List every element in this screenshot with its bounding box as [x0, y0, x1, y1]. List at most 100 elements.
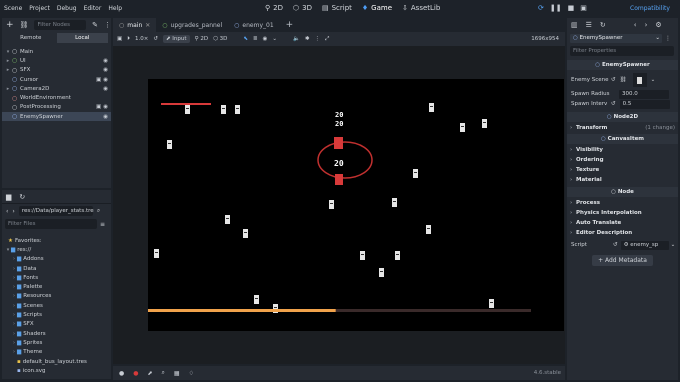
menu-help[interactable]: Help	[108, 5, 122, 12]
zoom-icon[interactable]: ⌕	[162, 369, 165, 377]
file-item[interactable]: ▪ icon.svg	[2, 366, 111, 375]
filter-files-input[interactable]: Filter Files	[5, 219, 97, 229]
folder-item[interactable]: › ▆ Addons	[2, 255, 111, 264]
workspace-script[interactable]: ▤ Script	[322, 4, 352, 12]
spawn-radius-field[interactable]: 300.0	[619, 89, 669, 99]
folder-item[interactable]: › ▆ Resources	[2, 292, 111, 301]
add-metadata-button[interactable]: + Add Metadata	[592, 255, 653, 266]
menu-kebab-icon[interactable]: ⋮	[104, 21, 111, 29]
visibility-eye-icon[interactable]: ◉	[103, 114, 108, 120]
visibility-eye-icon[interactable]: ◉	[103, 58, 108, 64]
add-tab-button[interactable]: +	[280, 18, 300, 32]
camera-override-icon[interactable]: ◉	[263, 36, 268, 42]
fullscreen-icon[interactable]: ⤢	[325, 36, 329, 43]
frame-step-icon[interactable]: ⏵	[127, 36, 130, 43]
scene-node-worldenvironment[interactable]: ○ WorldEnvironment	[2, 93, 111, 102]
category-auto-translate[interactable]: › Auto Translate	[567, 218, 678, 228]
sort-icon[interactable]: ≡	[100, 221, 105, 228]
remote-debug-icon[interactable]: ⟳	[538, 4, 544, 12]
node2d-header[interactable]: ○ Node2D	[567, 112, 678, 122]
stop-icon[interactable]: ■	[568, 4, 575, 12]
category-ordering[interactable]: › Ordering	[567, 155, 678, 165]
folder-item[interactable]: › ▆ Data	[2, 264, 111, 273]
folder-item[interactable]: › ▆ Scenes	[2, 301, 111, 310]
tab-main[interactable]: ○ main ✕	[113, 18, 157, 32]
list-icon[interactable]: ≣	[253, 36, 258, 42]
reset-icon[interactable]: ↺	[613, 242, 618, 248]
select-icon[interactable]: ⬉	[243, 36, 248, 42]
category-process[interactable]: › Process	[567, 198, 678, 208]
workspace-2d[interactable]: ⚲ 2D	[265, 4, 283, 12]
chevron-down-icon[interactable]: ⌄	[272, 36, 277, 42]
res-root-item[interactable]: ▾ ▆ res://	[2, 245, 111, 254]
pause-icon[interactable]: ❚❚	[550, 4, 562, 12]
renderer-selector[interactable]: Compatibility	[630, 5, 670, 12]
audio-icon[interactable]: 🔈	[293, 36, 300, 42]
scene-node-postprocessing[interactable]: ○ PostProcessing ▣ ◉	[2, 103, 111, 112]
node-selector[interactable]: ○ EnemySpawner ⌄	[570, 34, 662, 43]
scene-node-cursor[interactable]: ○ Cursor ▣ ◉	[2, 75, 111, 84]
game-canvas[interactable]: 20 20 20	[148, 79, 564, 331]
folder-item[interactable]: › ▆ Theme	[2, 348, 111, 357]
embed-icon[interactable]: ▣	[117, 36, 122, 42]
chevron-down-icon[interactable]: ⌄	[671, 242, 676, 248]
category-texture[interactable]: › Texture	[567, 165, 678, 175]
reset-speed-icon[interactable]: ↺	[153, 36, 158, 42]
visibility-eye-icon[interactable]: ◉	[103, 67, 108, 73]
close-icon[interactable]: ✕	[145, 22, 150, 29]
folder-item[interactable]: › ▆ Palette	[2, 282, 111, 291]
scene-node-main[interactable]: ▾ ○ Main	[2, 47, 111, 56]
node-badge-icon[interactable]: ▣	[96, 77, 101, 83]
workspace-assetlib[interactable]: ⇩ AssetLib	[402, 4, 440, 12]
debug-icon[interactable]: ✱	[305, 36, 310, 42]
folder-item[interactable]: › ▆ Shaders	[2, 329, 111, 338]
node-header[interactable]: ○ Node	[567, 187, 678, 197]
reset-icon[interactable]: ↺	[611, 101, 616, 107]
history-icon[interactable]: ↻	[19, 193, 25, 201]
reset-icon[interactable]: ↺	[611, 77, 616, 83]
settings-icon[interactable]: ⚙	[655, 21, 661, 29]
favorites-item[interactable]: ★ Favorites:	[2, 236, 111, 245]
category-transform[interactable]: › Transform (1 change)	[567, 123, 678, 133]
script-field[interactable]: ⚙ enemy_sp	[620, 240, 669, 250]
mode-2d-button[interactable]: ⚲ 2D	[195, 36, 209, 42]
menu-editor[interactable]: Editor	[84, 5, 102, 12]
category-physics-interpolation[interactable]: › Physics Interpolation	[567, 208, 678, 218]
movie-icon[interactable]: ▣	[580, 4, 587, 12]
drop-icon[interactable]: ♢	[189, 370, 194, 377]
forward-icon[interactable]: ›	[645, 21, 648, 29]
category-editor-description[interactable]: › Editor Description	[567, 228, 678, 238]
spawn-interval-field[interactable]: 0.5	[619, 99, 670, 109]
search-icon[interactable]: ⌕	[97, 207, 100, 215]
menu-scene[interactable]: Scene	[4, 5, 22, 12]
record-icon[interactable]: ●	[119, 370, 124, 377]
grid-icon[interactable]: ▦	[174, 370, 180, 377]
folder-item[interactable]: › ▆ SFX	[2, 320, 111, 329]
visibility-eye-icon[interactable]: ◉	[103, 77, 108, 83]
category-material[interactable]: › Material	[567, 175, 678, 185]
filter-properties-input[interactable]: Filter Properties	[570, 46, 674, 56]
history-icon[interactable]: ↻	[600, 21, 606, 29]
scene-node-enemyspawner[interactable]: ○ EnemySpawner ◉	[2, 112, 111, 122]
scene-node-sfx[interactable]: ▸ ○ SFX ◉	[2, 66, 111, 75]
pointer-icon[interactable]: ⬈	[148, 370, 153, 377]
forward-icon[interactable]: ›	[12, 208, 14, 215]
script-class-header[interactable]: ○ EnemySpawner	[567, 60, 678, 70]
folder-item[interactable]: › ▆ Fonts	[2, 273, 111, 282]
local-button[interactable]: Local	[56, 33, 108, 43]
mode-3d-button[interactable]: ⬡ 3D	[213, 36, 227, 42]
menu-kebab-icon[interactable]: ⋮	[665, 35, 671, 42]
input-toggle[interactable]: ⬈ Input	[162, 35, 190, 43]
scene-node-camera2d[interactable]: ▸ ○ Camera2D ◉	[2, 84, 111, 93]
workspace-game[interactable]: ♦ Game	[362, 4, 392, 12]
remote-button[interactable]: Remote	[5, 33, 57, 43]
signal-icon[interactable]: ☰	[586, 21, 592, 29]
enemy-scene-thumbnail[interactable]	[632, 73, 647, 87]
menu-kebab-icon[interactable]: ⋮	[314, 36, 320, 42]
path-field[interactable]: res://Data/player_stats.tre	[18, 206, 94, 216]
link-icon[interactable]: ⛓	[620, 77, 627, 83]
link-icon[interactable]: ⛓	[20, 21, 29, 29]
back-icon[interactable]: ‹	[634, 21, 637, 29]
chevron-down-icon[interactable]: ⌄	[651, 77, 656, 83]
node-badge-icon[interactable]: ▣	[96, 104, 101, 110]
